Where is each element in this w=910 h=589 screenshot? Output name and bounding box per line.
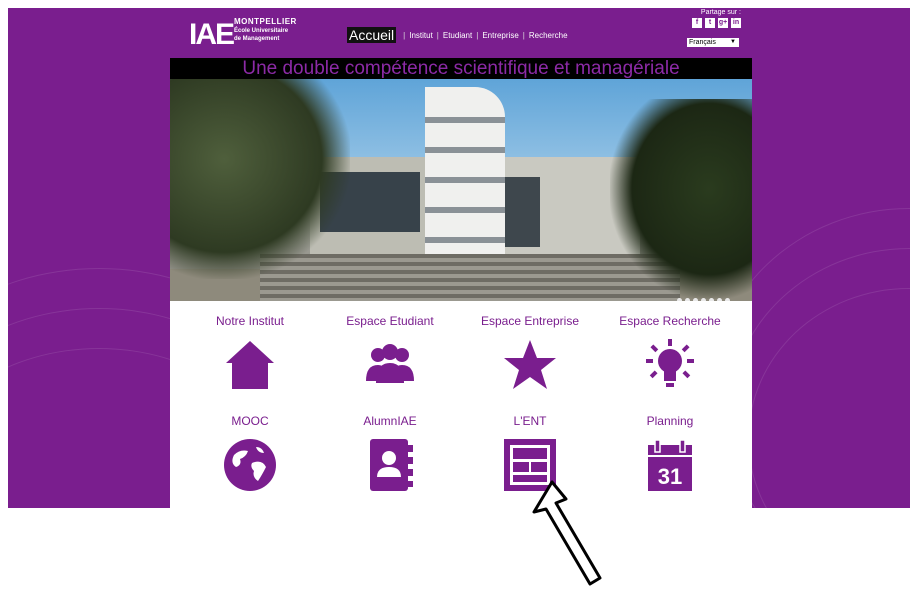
tile-label: MOOC — [231, 414, 269, 428]
twitter-icon[interactable]: t — [705, 18, 715, 28]
share-label: Partage sur : — [700, 9, 741, 16]
tile-label: Espace Etudiant — [346, 314, 434, 328]
nav-institut[interactable]: Institut — [409, 31, 433, 40]
nav-recherche[interactable]: Recherche — [529, 31, 568, 40]
tile-label: Planning — [646, 414, 694, 428]
nav-accueil[interactable]: Accueil — [347, 27, 397, 43]
tile-label: Espace Entreprise — [480, 314, 580, 328]
logo-line-1: MONTPELLIER — [234, 17, 297, 26]
nav-separator: | — [476, 30, 479, 40]
nav-entreprise[interactable]: Entreprise — [482, 31, 518, 40]
lightbulb-icon — [642, 337, 698, 393]
share-box: Partage sur : f t g+ in — [689, 9, 741, 28]
tile-notre-institut[interactable]: Notre Institut — [180, 313, 320, 393]
nav-etudiant[interactable]: Etudiant — [443, 31, 472, 40]
nav-separator: | — [436, 30, 439, 40]
linkedin-icon[interactable]: in — [731, 18, 741, 28]
calendar-day: 31 — [658, 464, 682, 489]
calendar-icon: 31 — [642, 437, 698, 493]
tile-alumniae[interactable]: AlumnIAE — [320, 413, 460, 493]
tile-espace-entreprise[interactable]: Espace Entreprise — [460, 313, 600, 393]
nav-separator: | — [403, 30, 406, 40]
language-selected: Français — [689, 39, 716, 46]
tagline-banner: Une double compétence scientifique et ma… — [170, 58, 752, 79]
nav-separator: | — [522, 30, 525, 40]
logo-line-3: de Management — [234, 36, 280, 42]
tile-label: AlumnIAE — [363, 414, 417, 428]
star-icon — [502, 337, 558, 393]
page-background: IAE MONTPELLIER École Universitaire de M… — [8, 8, 910, 508]
google-plus-icon[interactable]: g+ — [718, 18, 728, 28]
tile-mooc[interactable]: MOOC — [180, 413, 320, 493]
chevron-down-icon: ▼ — [730, 39, 736, 45]
hero-slider-image[interactable] — [170, 79, 752, 301]
logo-mark: IAE — [189, 18, 235, 51]
iae-logo[interactable]: IAE MONTPELLIER École Universitaire de M… — [189, 17, 309, 57]
tile-espace-recherche[interactable]: Espace Recherche — [600, 313, 740, 393]
language-select[interactable]: Français ▼ — [687, 38, 739, 47]
facebook-icon[interactable]: f — [692, 18, 702, 28]
quick-access-tiles: Notre Institut Espace Etudiant Espace En… — [170, 301, 752, 508]
contact-book-icon — [362, 437, 418, 493]
pointer-arrow-annotation — [532, 480, 602, 586]
main-nav: Accueil | Institut | Etudiant | Entrepri… — [347, 25, 568, 45]
tile-label: Notre Institut — [215, 314, 285, 328]
people-icon — [362, 337, 418, 393]
tile-espace-etudiant[interactable]: Espace Etudiant — [320, 313, 460, 393]
tile-planning[interactable]: Planning 31 — [600, 413, 740, 493]
logo-line-2: École Universitaire — [234, 28, 289, 34]
home-icon — [222, 337, 278, 393]
tile-label: Espace Recherche — [619, 314, 721, 328]
tile-label: L'ENT — [513, 414, 547, 428]
globe-icon — [222, 437, 278, 493]
